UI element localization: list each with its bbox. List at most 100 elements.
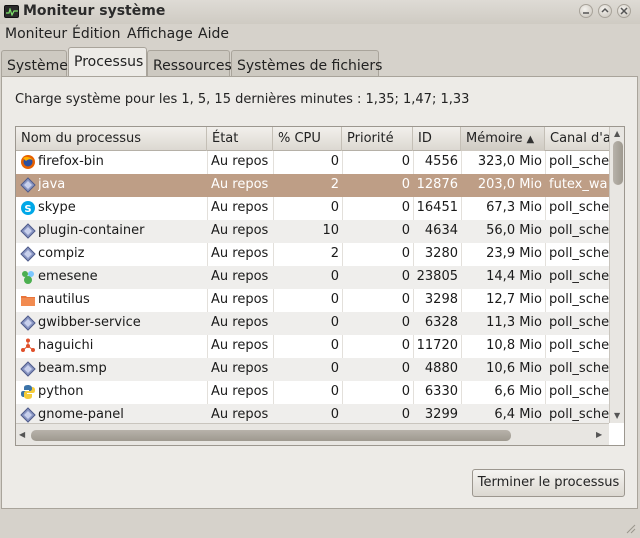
process-priority: 0 xyxy=(401,292,410,307)
processes-panel: Charge système pour les 1, 5, 15 dernièr… xyxy=(1,76,638,509)
process-channel: poll_sche xyxy=(549,292,609,307)
column-header-state[interactable]: État xyxy=(207,127,273,151)
process-state: Au repos xyxy=(211,269,269,284)
maximize-button[interactable] xyxy=(598,4,612,18)
process-cpu: 0 xyxy=(330,200,339,215)
process-row[interactable]: Sskype Au repos 0 0 16451 67,3 Mio poll_sche xyxy=(16,197,609,220)
process-priority: 0 xyxy=(401,223,410,238)
menu-aide[interactable]: Aide xyxy=(198,26,229,42)
process-channel: poll_sche xyxy=(549,200,609,215)
status-bar xyxy=(0,510,640,538)
system-load-text: Charge système pour les 1, 5, 15 dernièr… xyxy=(15,92,470,107)
process-priority: 0 xyxy=(401,246,410,261)
vertical-scrollbar[interactable]: ▲ ▼ xyxy=(609,127,624,423)
process-priority: 0 xyxy=(401,154,410,169)
process-priority: 0 xyxy=(401,315,410,330)
process-id: 6328 xyxy=(424,315,458,330)
process-memory: 67,3 Mio xyxy=(486,200,542,215)
process-priority: 0 xyxy=(401,269,410,284)
column-header-priority[interactable]: Priorité xyxy=(342,127,413,151)
process-id: 3298 xyxy=(424,292,458,307)
resize-grip-icon[interactable] xyxy=(624,522,636,534)
process-memory: 11,3 Mio xyxy=(486,315,542,330)
column-header-name[interactable]: Nom du processus xyxy=(16,127,207,151)
process-name: python xyxy=(38,384,84,399)
scroll-down-icon[interactable]: ▼ xyxy=(614,411,620,420)
process-row[interactable]: haguichi Au repos 0 0 11720 10,8 Mio poll_sche xyxy=(16,335,609,358)
process-memory: 23,9 Mio xyxy=(486,246,542,261)
process-row[interactable]: compiz Au repos 2 0 3280 23,9 Mio poll_sche xyxy=(16,243,609,266)
column-header-memory[interactable]: Mémoire ▲ xyxy=(461,127,545,151)
menu-affichage[interactable]: Affichage xyxy=(127,26,193,42)
process-channel: poll_sche xyxy=(549,154,609,169)
process-channel: poll_sche xyxy=(549,269,609,284)
menu-moniteur[interactable]: Moniteur xyxy=(5,26,67,42)
process-channel: poll_sche xyxy=(549,361,609,376)
generic-process-icon xyxy=(20,361,36,377)
process-state: Au repos xyxy=(211,292,269,307)
process-row[interactable]: plugin-container Au repos 10 0 4634 56,0 Mio p… xyxy=(16,220,609,243)
process-id: 4634 xyxy=(424,223,458,238)
process-row[interactable]: java Au repos 2 0 12876 203,0 Mio futex_wa xyxy=(16,174,609,197)
process-state: Au repos xyxy=(211,338,269,353)
process-name: beam.smp xyxy=(38,361,107,376)
scroll-up-icon[interactable]: ▲ xyxy=(614,129,620,138)
process-state: Au repos xyxy=(211,177,269,192)
vertical-scroll-thumb[interactable] xyxy=(613,141,623,185)
tab-processus[interactable]: Processus xyxy=(68,47,147,78)
process-state: Au repos xyxy=(211,223,269,238)
skype-icon: S xyxy=(20,200,36,216)
tab-systemes-de-fichiers[interactable]: Systèmes de fichiers xyxy=(231,50,382,78)
column-header-cpu[interactable]: % CPU xyxy=(273,127,342,151)
process-channel: poll_sche xyxy=(549,338,609,353)
haguichi-icon xyxy=(20,338,36,354)
process-channel: poll_sche xyxy=(549,384,609,399)
process-row[interactable]: gwibber-service Au repos 0 0 6328 11,3 Mio pol… xyxy=(16,312,609,335)
process-channel: poll_sche xyxy=(549,223,609,238)
column-header-memory-label: Mémoire xyxy=(466,131,523,146)
firefox-icon xyxy=(20,154,36,170)
generic-process-icon xyxy=(20,315,36,331)
process-name: skype xyxy=(38,200,76,215)
process-row[interactable]: emesene Au repos 0 0 23805 14,4 Mio poll_sche xyxy=(16,266,609,289)
process-memory: 14,4 Mio xyxy=(486,269,542,284)
process-id: 4880 xyxy=(424,361,458,376)
end-process-button[interactable]: Terminer le processus xyxy=(472,469,625,497)
process-state: Au repos xyxy=(211,361,269,376)
process-name: nautilus xyxy=(38,292,90,307)
horizontal-scrollbar[interactable]: ◀ ▶ xyxy=(16,423,609,445)
title-bar: Moniteur système xyxy=(0,0,640,24)
process-cpu: 2 xyxy=(330,177,339,192)
process-id: 23805 xyxy=(416,269,458,284)
process-channel: poll_sche xyxy=(549,315,609,330)
process-cpu: 2 xyxy=(330,246,339,261)
close-button[interactable] xyxy=(617,4,631,18)
process-row[interactable]: beam.smp Au repos 0 0 4880 10,6 Mio poll_sche xyxy=(16,358,609,381)
generic-process-icon xyxy=(20,223,36,239)
tab-ressources[interactable]: Ressources xyxy=(147,50,232,78)
process-cpu: 0 xyxy=(330,269,339,284)
process-channel: poll_sche xyxy=(549,246,609,261)
svg-text:S: S xyxy=(24,204,31,215)
process-row[interactable]: nautilus Au repos 0 0 3298 12,7 Mio poll_sche xyxy=(16,289,609,312)
column-header-id[interactable]: ID xyxy=(413,127,461,151)
horizontal-scroll-thumb[interactable] xyxy=(31,430,511,441)
process-cpu: 0 xyxy=(330,384,339,399)
tab-systeme[interactable]: Système xyxy=(1,50,68,78)
window-title: Moniteur système xyxy=(23,3,166,19)
process-cpu: 10 xyxy=(322,223,339,238)
process-row[interactable]: firefox-bin Au repos 0 0 4556 323,0 Mio poll_s… xyxy=(16,151,609,174)
process-priority: 0 xyxy=(401,361,410,376)
process-row[interactable]: python Au repos 0 0 6330 6,6 Mio poll_sche xyxy=(16,381,609,404)
scroll-right-icon[interactable]: ▶ xyxy=(596,430,602,439)
minimize-button[interactable] xyxy=(579,4,593,18)
process-name: compiz xyxy=(38,246,85,261)
scroll-left-icon[interactable]: ◀ xyxy=(19,430,25,439)
menu-edition[interactable]: Édition xyxy=(72,26,120,42)
process-id: 12876 xyxy=(416,177,458,192)
process-cpu: 0 xyxy=(330,315,339,330)
column-header-channel[interactable]: Canal d'a xyxy=(545,127,609,151)
process-name: gwibber-service xyxy=(38,315,141,330)
process-state: Au repos xyxy=(211,384,269,399)
process-memory: 6,6 Mio xyxy=(494,384,542,399)
